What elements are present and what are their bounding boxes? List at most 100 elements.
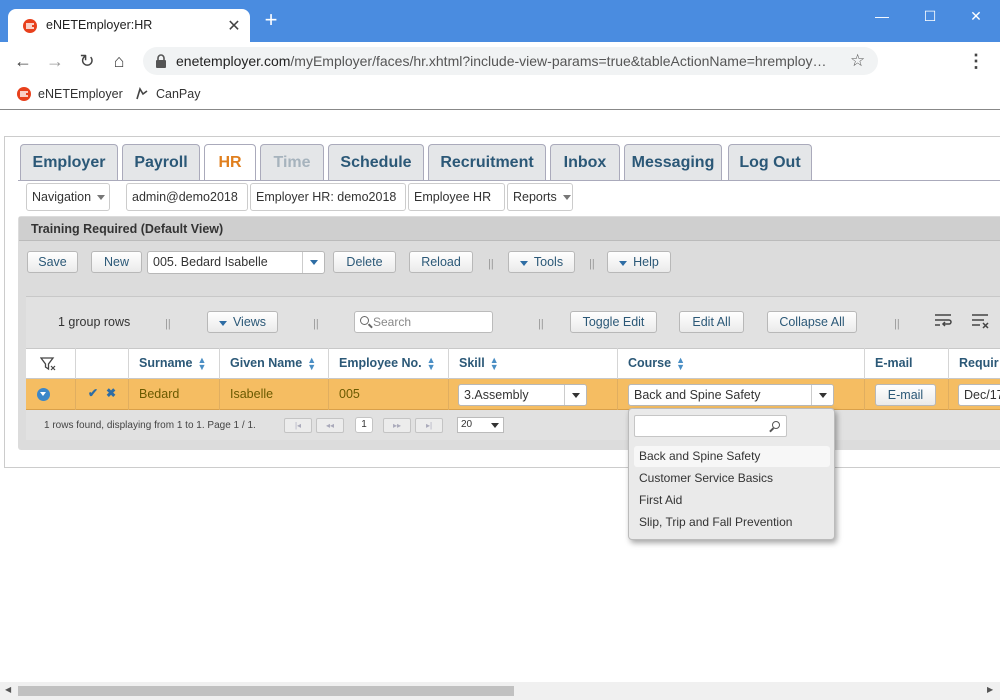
browser-tab[interactable]: eNETEmployer:HR ✕ <box>8 9 250 42</box>
checkmark-icon[interactable]: ✔ <box>88 386 98 400</box>
url-path: /myEmployer/faces/hr.xhtml?include-view-… <box>290 53 827 69</box>
tab-messaging[interactable]: Messaging <box>624 144 722 180</box>
sort-icon[interactable]: ▲ ▼ <box>676 355 685 371</box>
employee-record-select[interactable]: 005. Bedard Isabelle <box>147 251 325 274</box>
column-email[interactable]: E-mail <box>865 348 949 379</box>
bookmark-canpay[interactable]: CanPay <box>134 86 200 102</box>
course-select[interactable]: Back and Spine Safety <box>628 384 834 406</box>
search-placeholder: Search <box>373 315 412 329</box>
cancel-icon[interactable]: ✖ <box>106 386 116 400</box>
collapse-all-button[interactable]: Collapse All <box>767 311 857 333</box>
column-employee-no[interactable]: Employee No. ▲ ▼ <box>329 348 449 379</box>
url-host: enetemployer.com <box>176 53 291 69</box>
new-tab-button[interactable]: + <box>259 9 283 31</box>
course-filter-input[interactable] <box>634 415 787 437</box>
filter-column[interactable] <box>26 348 76 379</box>
chevron-down-icon[interactable] <box>302 252 324 273</box>
reload-icon[interactable]: ↻ <box>75 50 99 72</box>
column-label: Surname <box>139 356 193 370</box>
chevron-down-icon <box>619 261 628 266</box>
email-button[interactable]: E-mail <box>875 384 936 406</box>
forward-arrow-icon[interactable]: → <box>43 50 67 72</box>
sort-icon[interactable]: ▲ ▼ <box>427 355 436 371</box>
canpay-logo-icon <box>136 87 148 100</box>
filter-icon[interactable] <box>39 357 56 371</box>
first-page-button[interactable]: |◂ <box>284 418 312 433</box>
employer-hr-dropdown[interactable]: Employer HR: demo2018 <box>250 183 406 227</box>
tab-payroll[interactable]: Payroll <box>122 144 200 180</box>
tab-time: Time <box>260 144 324 180</box>
sort-icon[interactable]: ▲ ▼ <box>307 355 316 371</box>
toolbar-separator: || <box>538 318 544 330</box>
dropdown-label: Employer HR: demo2018 <box>256 190 397 204</box>
scroll-left-icon[interactable]: ◀ <box>5 685 11 694</box>
close-window-button[interactable]: ✕ <box>960 4 992 28</box>
prev-page-button[interactable]: ◂◂ <box>316 418 344 433</box>
page-number-button[interactable]: 1 <box>355 417 373 433</box>
actions-column <box>76 348 129 379</box>
clear-filter-icon[interactable] <box>970 312 990 330</box>
close-tab-icon[interactable]: ✕ <box>225 16 243 36</box>
required-date-input[interactable]: Dec/17 <box>958 384 1000 406</box>
toggle-edit-button[interactable]: Toggle Edit <box>570 311 657 333</box>
toolbar-separator: || <box>165 318 171 330</box>
column-given-name[interactable]: Given Name ▲ ▼ <box>220 348 329 379</box>
reload-button[interactable]: Reload <box>409 251 473 273</box>
browser-menu-icon[interactable]: ⋮ <box>966 50 986 72</box>
button-label: Help <box>633 255 659 269</box>
delete-button[interactable]: Delete <box>333 251 396 273</box>
grid-search-input[interactable]: Search <box>354 311 493 333</box>
employee-hr-dropdown[interactable]: Employee HR <box>408 183 505 227</box>
scrollbar-thumb[interactable] <box>18 686 514 696</box>
skill-select[interactable]: 3.Assembly <box>458 384 587 406</box>
navigation-dropdown[interactable]: Navigation <box>26 183 110 211</box>
tab-hr[interactable]: HR <box>204 144 256 181</box>
user-dropdown[interactable]: admin@demo2018 <box>126 183 248 227</box>
page-size-select[interactable]: 20 <box>457 417 504 433</box>
tab-recruitment[interactable]: Recruitment <box>428 144 546 180</box>
bookmark-star-icon[interactable]: ☆ <box>850 51 865 71</box>
next-page-button[interactable]: ▸▸ <box>383 418 411 433</box>
chevron-down-icon[interactable] <box>564 385 586 405</box>
column-surname[interactable]: Surname ▲ ▼ <box>129 348 220 379</box>
course-option[interactable]: Customer Service Basics <box>634 468 830 489</box>
save-button[interactable]: Save <box>27 251 78 273</box>
tab-log-out[interactable]: Log Out <box>728 144 812 180</box>
wrap-text-icon[interactable] <box>933 312 953 330</box>
column-required[interactable]: Requir <box>949 348 1000 379</box>
bookmark-enetemployer[interactable]: eNETEmployer <box>16 86 123 102</box>
column-skill[interactable]: Skill ▲ ▼ <box>449 348 618 379</box>
tab-inbox[interactable]: Inbox <box>550 144 620 180</box>
tab-title: eNETEmployer:HR <box>46 18 153 32</box>
select-value: 20 <box>461 419 473 430</box>
column-label: Given Name <box>230 356 303 370</box>
sort-icon[interactable]: ▲ ▼ <box>198 355 207 371</box>
lock-icon <box>156 54 166 68</box>
home-icon[interactable]: ⌂ <box>107 50 131 72</box>
tab-employer[interactable]: Employer <box>20 144 118 180</box>
button-label: Views <box>232 315 267 329</box>
edit-all-button[interactable]: Edit All <box>679 311 744 333</box>
maximize-button[interactable]: ☐ <box>914 4 946 28</box>
course-option[interactable]: First Aid <box>634 490 830 511</box>
course-option[interactable]: Back and Spine Safety <box>634 446 830 467</box>
new-button[interactable]: New <box>91 251 142 273</box>
last-page-button[interactable]: ▸| <box>415 418 443 433</box>
tools-button[interactable]: Tools <box>508 251 575 273</box>
record-value: 005. Bedard Isabelle <box>153 255 268 269</box>
search-icon <box>360 316 369 325</box>
column-label: Employee No. <box>339 356 422 370</box>
help-button[interactable]: Help <box>607 251 671 273</box>
expand-row-icon[interactable] <box>37 388 50 401</box>
views-button[interactable]: Views <box>207 311 278 333</box>
chevron-down-icon[interactable] <box>811 385 833 405</box>
tab-schedule[interactable]: Schedule <box>328 144 424 180</box>
reports-dropdown[interactable]: Reports <box>507 183 573 211</box>
address-bar[interactable]: enetemployer.com/myEmployer/faces/hr.xht… <box>143 47 878 75</box>
minimize-button[interactable]: — <box>866 4 898 28</box>
course-option[interactable]: Slip, Trip and Fall Prevention <box>634 512 830 533</box>
back-arrow-icon[interactable]: ← <box>11 50 35 72</box>
scroll-right-icon[interactable]: ▶ <box>987 685 993 694</box>
sort-icon[interactable]: ▲ ▼ <box>490 355 499 371</box>
column-course[interactable]: Course ▲ ▼ <box>618 348 865 379</box>
